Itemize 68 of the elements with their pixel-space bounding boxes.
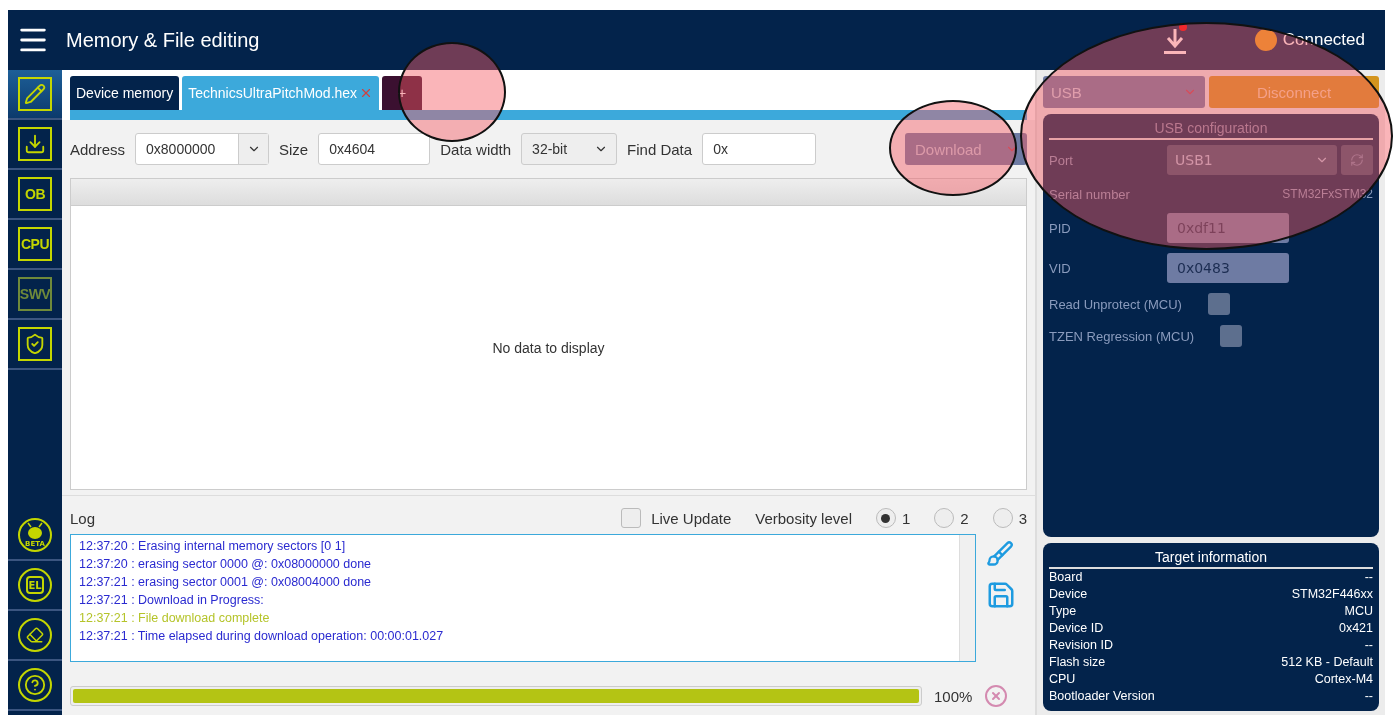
chip-icon[interactable]: EL bbox=[18, 568, 52, 602]
radio-label: 1 bbox=[901, 509, 911, 527]
info-label: Board bbox=[1049, 569, 1083, 586]
info-value: Cortex-M4 bbox=[1314, 671, 1373, 688]
info-value: -- bbox=[1364, 688, 1373, 705]
field-label: Find Data bbox=[627, 140, 693, 158]
info-label: Type bbox=[1049, 603, 1077, 620]
sidebar-label[interactable]: CPU bbox=[18, 227, 52, 261]
log-line: 12:37:20 : erasing sector 0000 @: 0x08000000 done bbox=[79, 556, 373, 573]
checkbox-label: TZEN Regression (MCU) bbox=[1049, 328, 1195, 344]
info-label: Revision ID bbox=[1049, 637, 1113, 654]
help-icon[interactable] bbox=[18, 668, 52, 702]
data-width-select[interactable]: 32-bit bbox=[521, 133, 618, 165]
info-value: -- bbox=[1364, 569, 1373, 586]
brush-icon[interactable] bbox=[986, 540, 1014, 568]
field-label: Address bbox=[70, 140, 126, 158]
address-combo[interactable]: 0x8000000 bbox=[135, 133, 270, 165]
info-value: -- bbox=[1364, 637, 1373, 654]
find-data-field[interactable]: 0x bbox=[702, 133, 817, 165]
card-title: USB configuration bbox=[1049, 118, 1373, 140]
log-line: 12:37:21 : File download complete bbox=[79, 610, 271, 627]
field-label: Serial number bbox=[1049, 186, 1131, 202]
connection-status: Connected bbox=[1282, 30, 1365, 50]
info-label: Bootloader Version bbox=[1049, 688, 1155, 705]
info-value: MCU bbox=[1344, 603, 1373, 620]
save-icon[interactable] bbox=[986, 580, 1016, 610]
radio-button[interactable] bbox=[934, 508, 955, 528]
card-title: Target information bbox=[1049, 547, 1373, 569]
size-field[interactable]: 0x4604 bbox=[318, 133, 431, 165]
shield-icon[interactable] bbox=[18, 327, 52, 361]
log-line: 12:37:21 : Time elapsed during download operation: 00:00:01.027 bbox=[79, 628, 445, 645]
info-value: 512 KB - Default bbox=[1281, 654, 1373, 671]
field-label: Size bbox=[279, 140, 309, 158]
radio-label: 3 bbox=[1018, 509, 1027, 527]
log-line: 12:37:21 : Download in Progress: bbox=[79, 592, 265, 609]
page-title: Memory & File editing bbox=[66, 28, 261, 52]
field-label: Port bbox=[1049, 152, 1074, 168]
info-label: Device bbox=[1049, 586, 1088, 603]
info-label: Device ID bbox=[1049, 620, 1104, 637]
radio-button[interactable] bbox=[992, 508, 1013, 528]
log-title: Log bbox=[70, 509, 96, 527]
radio-label: 2 bbox=[960, 509, 969, 527]
log-line: 12:37:21 : erasing sector 0001 @: 0x08004000 done bbox=[79, 574, 373, 591]
scrollbar[interactable] bbox=[959, 535, 975, 661]
verbosity-label: Verbosity level bbox=[755, 509, 852, 527]
field-label: PID bbox=[1049, 220, 1072, 236]
checkbox-label: Live Update bbox=[651, 509, 732, 527]
info-label: CPU bbox=[1049, 671, 1076, 688]
log-line: 12:37:20 : Erasing internal memory sectors [0 1] bbox=[79, 538, 347, 555]
checkbox[interactable] bbox=[1207, 293, 1230, 315]
refresh-icon bbox=[1350, 153, 1364, 167]
eraser-icon[interactable] bbox=[18, 618, 52, 652]
field-label: VID bbox=[1049, 260, 1072, 276]
info-value: 0x421 bbox=[1338, 620, 1373, 637]
checkbox[interactable] bbox=[621, 508, 642, 528]
field-label: Data width bbox=[440, 140, 512, 158]
info-label: Flash size bbox=[1049, 654, 1106, 671]
sidebar-label[interactable]: OB bbox=[18, 177, 52, 211]
cancel-icon[interactable] bbox=[984, 684, 1009, 708]
radio-button[interactable] bbox=[875, 508, 896, 528]
progress-reading: 100% bbox=[934, 687, 973, 705]
tab[interactable]: Device memory bbox=[70, 76, 180, 110]
checkbox[interactable] bbox=[1220, 325, 1243, 347]
checkbox-label: Read Unprotect (MCU) bbox=[1049, 296, 1182, 312]
info-value: STM32F446xx bbox=[1291, 586, 1373, 603]
download-icon[interactable] bbox=[18, 127, 52, 161]
pencil-icon[interactable] bbox=[18, 77, 52, 111]
empty-message: No data to display bbox=[492, 339, 605, 356]
